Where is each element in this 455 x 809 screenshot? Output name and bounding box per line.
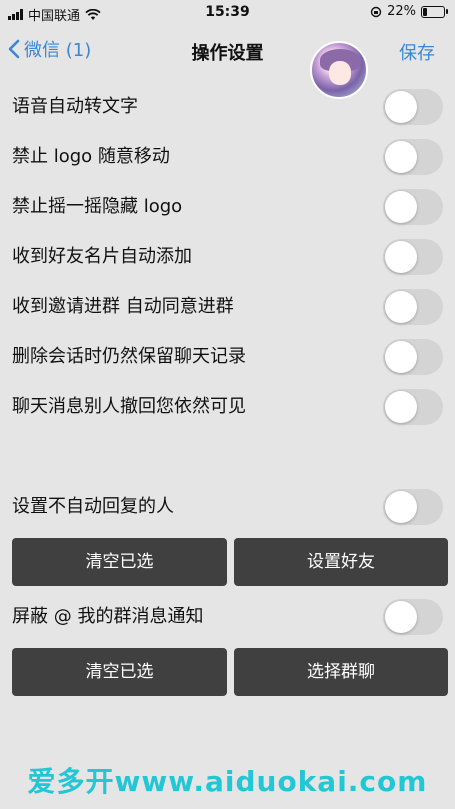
setting-row: 语音自动转文字 bbox=[0, 82, 455, 132]
toggle-knob bbox=[385, 241, 417, 273]
toggle-knob bbox=[385, 391, 417, 423]
toggle-knob bbox=[385, 91, 417, 123]
setting-toggle[interactable] bbox=[383, 289, 443, 325]
set-friends-button[interactable]: 设置好友 bbox=[234, 538, 448, 586]
toggle-knob bbox=[385, 601, 417, 633]
mute-at-toggle[interactable] bbox=[383, 599, 443, 635]
toggle-knob bbox=[385, 191, 417, 223]
chevron-left-icon bbox=[8, 39, 20, 59]
setting-toggle[interactable] bbox=[383, 389, 443, 425]
toggle-knob bbox=[385, 341, 417, 373]
setting-row: 聊天消息别人撤回您依然可见 bbox=[0, 382, 455, 432]
battery-percent: 22% bbox=[387, 4, 416, 19]
select-groups-button[interactable]: 选择群聊 bbox=[234, 648, 448, 696]
setting-row: 禁止摇一摇隐藏 logo bbox=[0, 182, 455, 232]
toggle-knob bbox=[385, 291, 417, 323]
setting-label: 禁止 logo 随意移动 bbox=[12, 146, 170, 167]
setting-row-mute-at: 屏蔽 @ 我的群消息通知 bbox=[0, 592, 455, 642]
clear-selected-groups-button[interactable]: 清空已选 bbox=[12, 648, 227, 696]
setting-label: 禁止摇一摇隐藏 logo bbox=[12, 196, 183, 217]
battery-icon bbox=[421, 5, 448, 18]
setting-row: 收到好友名片自动添加 bbox=[0, 232, 455, 282]
back-label: 微信 (1) bbox=[24, 40, 92, 61]
setting-toggle[interactable] bbox=[383, 139, 443, 175]
watermark: 爱多开www.aiduokai.com bbox=[27, 765, 428, 798]
setting-toggle[interactable] bbox=[383, 339, 443, 375]
setting-label: 收到邀请进群 自动同意进群 bbox=[12, 296, 234, 317]
setting-row: 收到邀请进群 自动同意进群 bbox=[0, 282, 455, 332]
setting-row: 删除会话时仍然保留聊天记录 bbox=[0, 332, 455, 382]
setting-label: 语音自动转文字 bbox=[12, 96, 138, 117]
status-right: 22% bbox=[370, 4, 448, 19]
setting-label: 收到好友名片自动添加 bbox=[12, 246, 192, 267]
setting-toggle[interactable] bbox=[383, 239, 443, 275]
orientation-lock-icon bbox=[370, 6, 382, 17]
setting-label: 设置不自动回复的人 bbox=[12, 496, 174, 517]
battery-fill bbox=[423, 7, 427, 16]
auto-reply-toggle[interactable] bbox=[383, 489, 443, 525]
save-button[interactable]: 保存 bbox=[399, 39, 435, 65]
clear-selected-friends-button[interactable]: 清空已选 bbox=[12, 538, 227, 586]
toggle-knob bbox=[385, 141, 417, 173]
setting-label: 删除会话时仍然保留聊天记录 bbox=[12, 346, 246, 367]
nav-bar: 微信 (1) 操作设置 保存 bbox=[0, 26, 455, 99]
back-button[interactable]: 微信 (1) bbox=[8, 36, 91, 62]
setting-toggle[interactable] bbox=[383, 189, 443, 225]
setting-toggle[interactable] bbox=[383, 89, 443, 125]
toggle-knob bbox=[385, 491, 417, 523]
setting-label: 聊天消息别人撤回您依然可见 bbox=[12, 396, 246, 417]
setting-row-auto-reply: 设置不自动回复的人 bbox=[0, 482, 455, 532]
setting-label: 屏蔽 @ 我的群消息通知 bbox=[12, 606, 204, 627]
status-bar: 中国联通 15:39 22% bbox=[0, 0, 455, 26]
setting-row: 禁止 logo 随意移动 bbox=[0, 132, 455, 182]
